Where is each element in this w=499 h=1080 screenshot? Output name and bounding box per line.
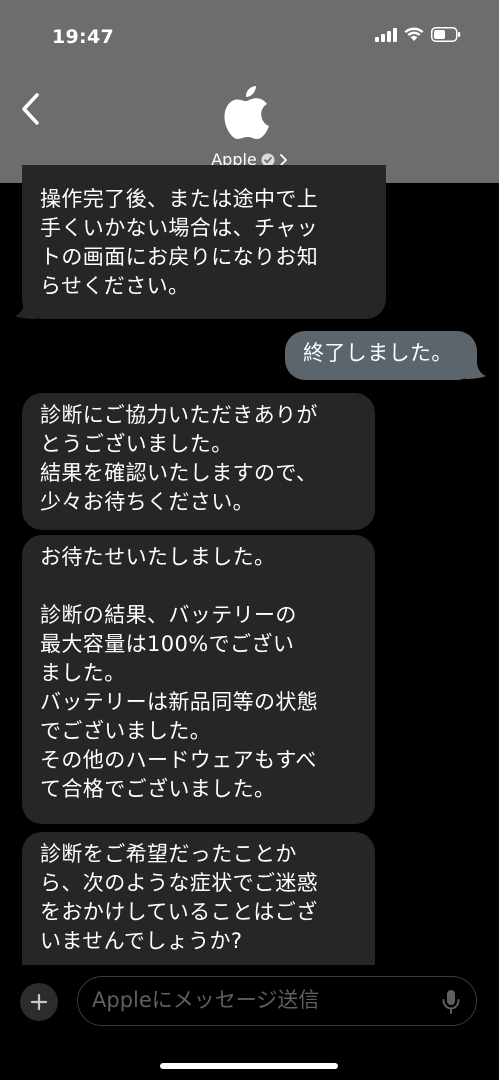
microphone-icon[interactable]: [441, 989, 461, 1015]
home-indicator[interactable]: [160, 1063, 338, 1069]
incoming-message: 診断にご協力いただきありが とうございました。 結果を確認いたしますので、 少々…: [22, 393, 375, 530]
status-time: 19:47: [52, 26, 114, 48]
incoming-message: 操作完了後、または途中で上 手くいかない場合は、チャッ トの画面にお戻りになりお…: [22, 165, 386, 319]
plus-icon: [30, 993, 48, 1011]
add-attachment-button[interactable]: [20, 983, 58, 1021]
wifi-icon: [404, 27, 424, 41]
chat-header: 19:47 Apple: [0, 0, 499, 183]
apple-logo-icon[interactable]: [222, 84, 272, 140]
outgoing-message: 終了しました。: [285, 331, 477, 380]
message-tail: [465, 362, 486, 379]
status-icons: [375, 27, 461, 42]
signal-icon: [375, 27, 397, 42]
battery-icon: [431, 27, 461, 42]
message-tail: [15, 302, 36, 319]
incoming-message: 診断をご希望だったことか ら、次のような症状でご迷惑 をおかけしていることはござ…: [22, 832, 375, 982]
back-chevron-icon[interactable]: [18, 91, 44, 127]
incoming-message: お待たせいたしました。 診断の結果、バッテリーの 最大容量は100%でござい ま…: [22, 535, 375, 824]
message-input[interactable]: Appleにメッセージ送信: [77, 976, 477, 1026]
